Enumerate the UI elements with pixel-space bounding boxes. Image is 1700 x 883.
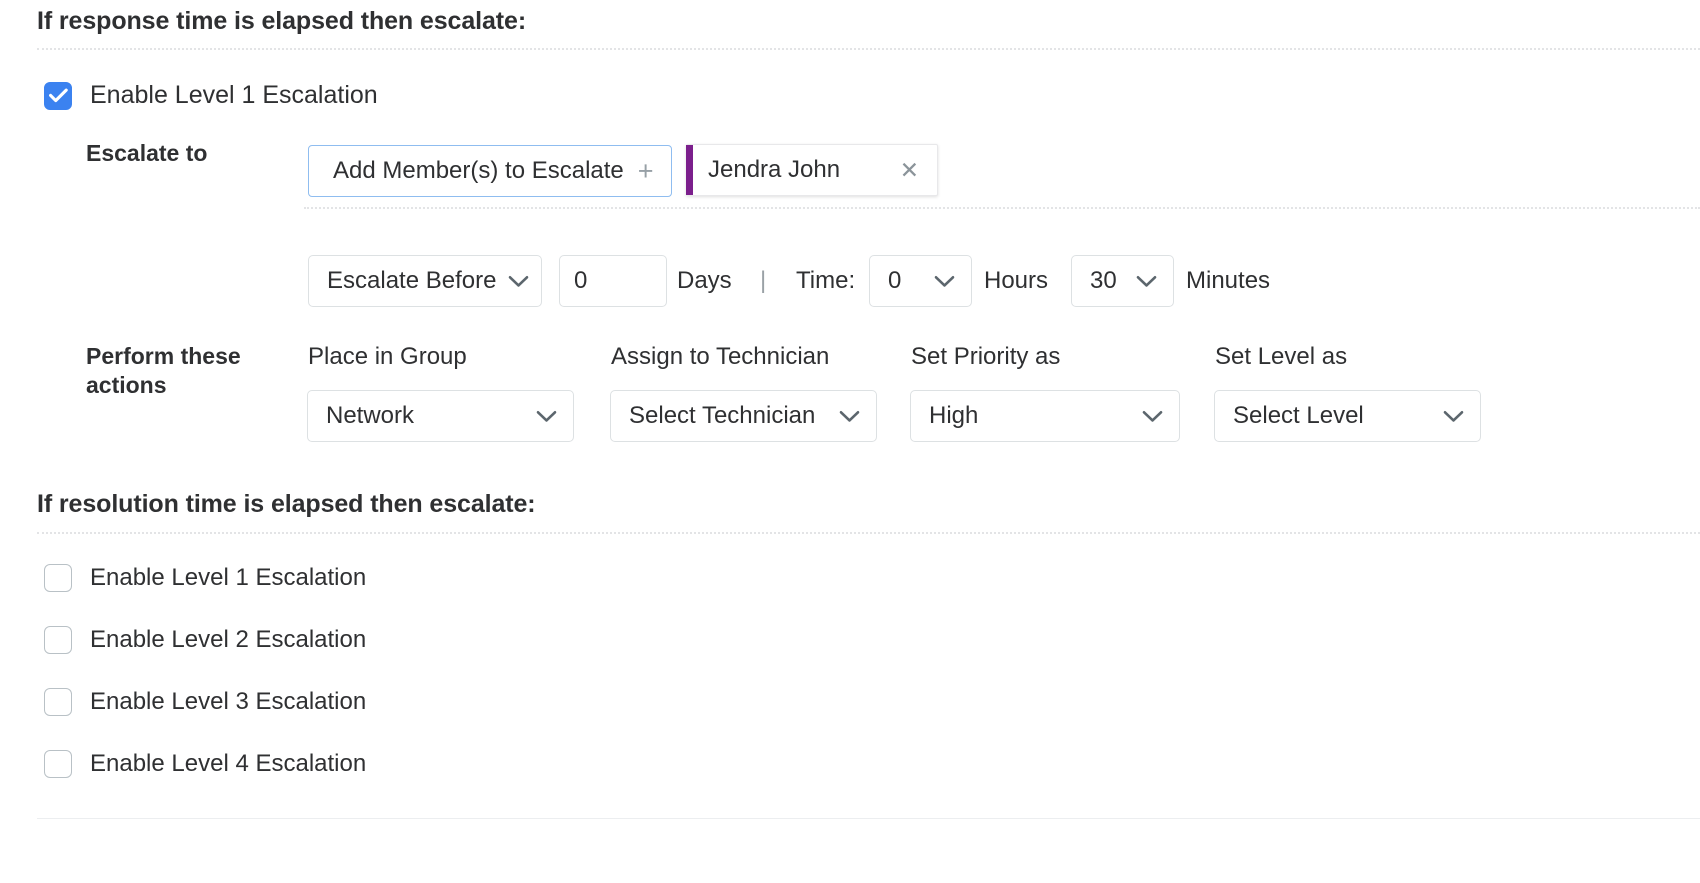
- bottom-divider: [37, 818, 1700, 819]
- perform-actions-label-line-1: Perform these: [86, 342, 286, 371]
- escalate-minutes-value: 30: [1090, 267, 1117, 295]
- time-label: Time:: [796, 267, 855, 295]
- response-enable-level-1-label: Enable Level 1 Escalation: [90, 81, 378, 110]
- add-members-button-label: Add Member(s) to Escalate: [333, 157, 624, 185]
- member-chip-name: Jendra John: [708, 156, 840, 184]
- chevron-down-icon: [1136, 275, 1157, 288]
- escalate-when-select[interactable]: Escalate Before: [308, 255, 542, 307]
- resolution-enable-level-3-checkbox[interactable]: [44, 688, 72, 716]
- set-priority-value: High: [929, 402, 978, 430]
- set-level-select[interactable]: Select Level: [1214, 390, 1481, 442]
- resolution-section-title: If resolution time is elapsed then escal…: [37, 490, 536, 519]
- days-label: Days: [677, 267, 732, 295]
- hours-label: Hours: [984, 267, 1048, 295]
- escalate-to-label: Escalate to: [86, 139, 207, 168]
- chevron-down-icon: [839, 410, 860, 423]
- close-icon[interactable]: ✕: [900, 159, 919, 182]
- divider-response-header: [37, 48, 1700, 50]
- chevron-down-icon: [536, 410, 557, 423]
- add-members-to-escalate-button[interactable]: Add Member(s) to Escalate +: [308, 145, 672, 197]
- divider-escalate-to: [304, 207, 1700, 209]
- assign-to-technician-select[interactable]: Select Technician: [610, 390, 877, 442]
- chevron-down-icon: [934, 275, 955, 288]
- escalate-days-input[interactable]: [559, 255, 667, 307]
- resolution-enable-level-4-row[interactable]: Enable Level 4 Escalation: [44, 750, 366, 778]
- minutes-label: Minutes: [1186, 267, 1270, 295]
- response-enable-level-1-checkbox[interactable]: [44, 82, 72, 110]
- plus-icon: +: [638, 158, 654, 185]
- resolution-enable-level-4-checkbox[interactable]: [44, 750, 72, 778]
- set-level-value: Select Level: [1233, 402, 1364, 430]
- divider-resolution-header: [37, 532, 1700, 534]
- timing-separator: |: [760, 267, 766, 295]
- escalation-settings-page: If response time is elapsed then escalat…: [0, 0, 1700, 883]
- set-priority-select[interactable]: High: [910, 390, 1180, 442]
- chevron-down-icon: [1443, 410, 1464, 423]
- resolution-enable-level-3-row[interactable]: Enable Level 3 Escalation: [44, 688, 366, 716]
- check-icon: [49, 88, 68, 103]
- escalate-when-value: Escalate Before: [327, 267, 496, 295]
- resolution-enable-level-2-label: Enable Level 2 Escalation: [90, 626, 366, 654]
- place-in-group-select[interactable]: Network: [307, 390, 574, 442]
- member-chip[interactable]: Jendra John ✕: [686, 144, 938, 196]
- perform-actions-label-line-2: actions: [86, 371, 286, 400]
- resolution-enable-level-1-label: Enable Level 1 Escalation: [90, 564, 366, 592]
- member-chip-accent-bar: [686, 145, 693, 195]
- resolution-enable-level-1-row[interactable]: Enable Level 1 Escalation: [44, 564, 366, 592]
- resolution-enable-level-1-checkbox[interactable]: [44, 564, 72, 592]
- resolution-enable-level-2-checkbox[interactable]: [44, 626, 72, 654]
- chevron-down-icon: [1142, 410, 1163, 423]
- resolution-enable-level-3-label: Enable Level 3 Escalation: [90, 688, 366, 716]
- escalate-minutes-select[interactable]: 30: [1071, 255, 1174, 307]
- escalate-hours-value: 0: [888, 267, 901, 295]
- response-section-title: If response time is elapsed then escalat…: [37, 7, 526, 36]
- resolution-enable-level-4-label: Enable Level 4 Escalation: [90, 750, 366, 778]
- response-enable-level-1-row[interactable]: Enable Level 1 Escalation: [44, 81, 378, 110]
- assign-to-technician-value: Select Technician: [629, 402, 815, 430]
- chevron-down-icon: [508, 275, 529, 288]
- resolution-enable-level-2-row[interactable]: Enable Level 2 Escalation: [44, 626, 366, 654]
- set-level-heading: Set Level as: [1215, 343, 1347, 371]
- place-in-group-value: Network: [326, 402, 414, 430]
- assign-to-technician-heading: Assign to Technician: [611, 343, 829, 371]
- set-priority-heading: Set Priority as: [911, 343, 1060, 371]
- escalate-hours-select[interactable]: 0: [869, 255, 972, 307]
- place-in-group-heading: Place in Group: [308, 343, 467, 371]
- perform-actions-label: Perform these actions: [86, 342, 286, 400]
